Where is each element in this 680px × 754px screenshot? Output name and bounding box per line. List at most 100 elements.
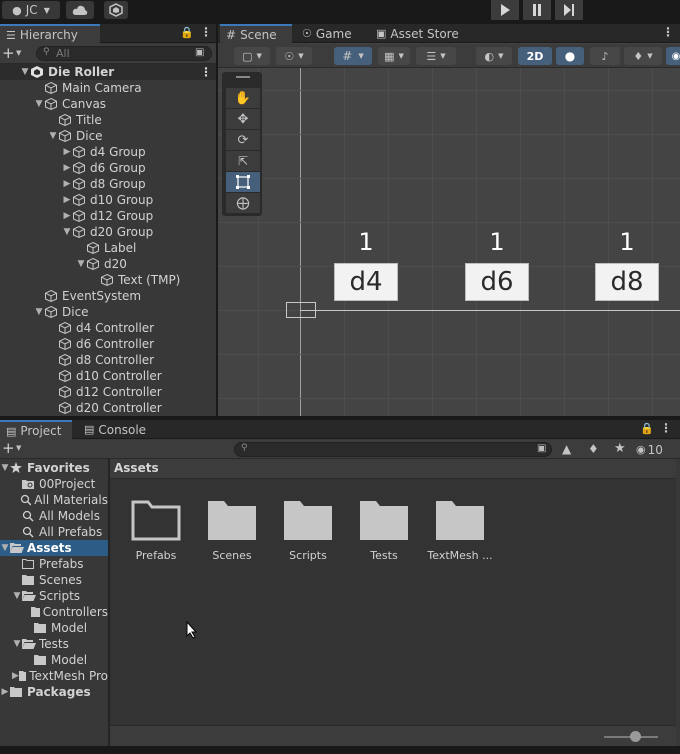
cloud-button[interactable] (66, 1, 94, 19)
expanded-arrow-icon[interactable]: ▼ (34, 307, 44, 317)
hierarchy-item[interactable]: ▼ d20 Group (0, 224, 216, 240)
filter-by-type-icon[interactable]: ▲ (562, 442, 571, 456)
tab-hierarchy[interactable]: ☰ Hierarchy (0, 24, 100, 44)
increment-snap-dropdown[interactable]: ☰ ▼ (416, 47, 456, 65)
collab-button[interactable] (104, 1, 128, 19)
hierarchy-item[interactable]: d12 Controller (0, 384, 216, 400)
grid-visibility-dropdown[interactable]: ▦ ▼ (378, 47, 410, 65)
collapsed-arrow-icon[interactable]: ▶ (62, 195, 72, 205)
draw-mode-dropdown[interactable]: ▢ ▼ (234, 47, 270, 65)
collapsed-arrow-icon[interactable]: ▶ (12, 671, 19, 681)
expanded-arrow-icon[interactable]: ▼ (20, 67, 30, 77)
asset-item[interactable]: Prefabs (118, 499, 194, 562)
d6-die-button[interactable]: d6 (465, 263, 529, 301)
project-search-input[interactable]: ⚲ ▣ (234, 442, 552, 457)
hierarchy-item[interactable]: ▼ Dice (0, 128, 216, 144)
collapsed-arrow-icon[interactable]: ▶ (62, 179, 72, 189)
lock-icon[interactable]: 🔒 (640, 422, 654, 435)
project-tree-item[interactable]: ▼ Favorites (0, 460, 108, 476)
effects-dropdown[interactable]: ♦ ▼ (624, 47, 662, 65)
scene-canvas[interactable]: 1 d4 1 d6 1 d8 (218, 68, 680, 416)
rect-tool-button[interactable] (226, 172, 260, 192)
collapsed-arrow-icon[interactable]: ▶ (0, 687, 10, 697)
pause-button[interactable] (523, 0, 551, 20)
add-plus-icon[interactable]: + (2, 439, 15, 457)
project-tree-item[interactable]: Model (0, 620, 108, 636)
account-dropdown[interactable]: ● JC ▼ (2, 1, 60, 19)
chevron-down-icon[interactable]: ▼ (16, 49, 21, 57)
hierarchy-item[interactable]: ▶ d4 Group (0, 144, 216, 160)
drag-handle-icon[interactable] (236, 76, 250, 78)
hierarchy-item[interactable]: ▶ d12 Group (0, 208, 216, 224)
expanded-arrow-icon[interactable]: ▼ (34, 99, 44, 109)
hierarchy-item[interactable]: ▼ Canvas (0, 96, 216, 112)
grid-snapping-toggle[interactable]: # ▼ (334, 47, 372, 65)
play-button[interactable] (491, 0, 519, 20)
global-view-dropdown[interactable]: ☉ ▼ (276, 47, 312, 65)
filter-by-label-icon[interactable]: ♦ (588, 442, 599, 456)
step-button[interactable] (555, 0, 583, 20)
expanded-arrow-icon[interactable]: ▼ (0, 463, 10, 473)
2d-toggle[interactable]: 2D (518, 47, 552, 65)
asset-item[interactable]: Scenes (194, 499, 270, 562)
icon-size-slider-handle[interactable] (630, 731, 641, 742)
hierarchy-item[interactable]: Main Camera (0, 80, 216, 96)
collapsed-arrow-icon[interactable]: ▶ (62, 147, 72, 157)
scale-tool-button[interactable]: ⇱ (226, 151, 260, 171)
tab-project[interactable]: ▤ Project (0, 420, 72, 440)
hierarchy-item[interactable]: Text (TMP) (0, 272, 216, 288)
scene-visibility-toggle[interactable]: ◉ (666, 47, 680, 65)
asset-item[interactable]: Scripts (270, 499, 346, 562)
collapsed-arrow-icon[interactable]: ▶ (62, 163, 72, 173)
d8-die-button[interactable]: d8 (595, 263, 659, 301)
favorite-star-icon[interactable]: ★ (614, 441, 626, 456)
chevron-down-icon[interactable]: ▼ (16, 444, 21, 452)
project-tree-item[interactable]: ▼ Tests (0, 636, 108, 652)
hierarchy-item[interactable]: Label (0, 240, 216, 256)
asset-item[interactable]: Tests (346, 499, 422, 562)
kebab-menu-icon[interactable]: ⋮ (662, 25, 674, 39)
hierarchy-item[interactable]: EventSystem (0, 288, 216, 304)
lock-icon[interactable]: 🔒 (180, 26, 194, 39)
transform-tool-button[interactable]: ⨁ (226, 193, 260, 213)
kebab-menu-icon[interactable]: ⋮ (660, 421, 672, 435)
rotate-tool-button[interactable]: ⟳ (226, 130, 260, 150)
hierarchy-item[interactable]: ▼ d20 (0, 256, 216, 272)
d6-result-text[interactable]: 1 (465, 228, 529, 256)
tab-console[interactable]: ▤ Console (78, 420, 158, 439)
project-tree-item[interactable]: ▼ Scripts (0, 588, 108, 604)
search-scene-icon[interactable]: ▣ (195, 47, 204, 58)
search-scope-icon[interactable]: ▣ (537, 443, 546, 454)
expanded-arrow-icon[interactable]: ▼ (62, 227, 72, 237)
d4-result-text[interactable]: 1 (334, 228, 398, 256)
lighting-toggle[interactable]: ● (556, 47, 584, 65)
collapsed-arrow-icon[interactable]: ▶ (62, 211, 72, 221)
tab-game[interactable]: ☉ Game (296, 24, 366, 43)
project-tree-item[interactable]: ▶ TextMesh Pro (0, 668, 108, 684)
hierarchy-item[interactable]: d6 Controller (0, 336, 216, 352)
hierarchy-item[interactable]: d4 Controller (0, 320, 216, 336)
expanded-arrow-icon[interactable]: ▼ (76, 259, 86, 269)
tab-scene[interactable]: # Scene (220, 24, 292, 44)
project-tree-item[interactable]: ▶ Packages (0, 684, 108, 700)
expanded-arrow-icon[interactable]: ▼ (12, 639, 22, 649)
render-mode-dropdown[interactable]: ◐ ▼ (476, 47, 512, 65)
audio-toggle[interactable]: ♪ (590, 47, 620, 65)
hierarchy-search-input[interactable]: ⚲ All ▣ (36, 46, 212, 61)
hierarchy-item[interactable]: ▼ Dice (0, 304, 216, 320)
hierarchy-item[interactable]: Title (0, 112, 216, 128)
project-tree-item[interactable]: 00Project (0, 476, 108, 492)
d8-result-text[interactable]: 1 (595, 228, 659, 256)
project-tree-item[interactable]: Model (0, 652, 108, 668)
add-plus-icon[interactable]: + (2, 44, 15, 62)
project-tree-item[interactable]: Prefabs (0, 556, 108, 572)
project-tree-item[interactable]: ▼ Assets (0, 540, 108, 556)
project-tree-item[interactable]: All Materials (0, 492, 108, 508)
tab-asset-store[interactable]: ▣ Asset Store (370, 24, 470, 43)
hierarchy-item[interactable]: d10 Controller (0, 368, 216, 384)
hierarchy-item[interactable]: d20 Controller (0, 400, 216, 416)
hierarchy-item[interactable]: d8 Controller (0, 352, 216, 368)
asset-item[interactable]: TextMesh ... (422, 499, 498, 562)
hierarchy-item[interactable]: ▶ d6 Group (0, 160, 216, 176)
expanded-arrow-icon[interactable]: ▼ (12, 591, 22, 601)
